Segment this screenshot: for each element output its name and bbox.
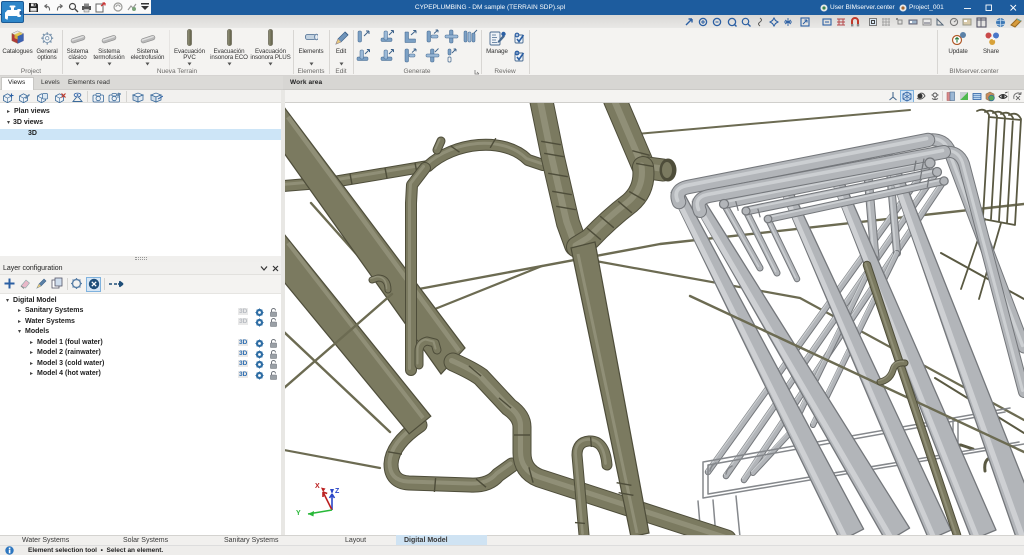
svg-text:Z: Z xyxy=(335,488,340,495)
svg-text:Y: Y xyxy=(296,510,301,517)
svg-text:X: X xyxy=(315,483,320,490)
